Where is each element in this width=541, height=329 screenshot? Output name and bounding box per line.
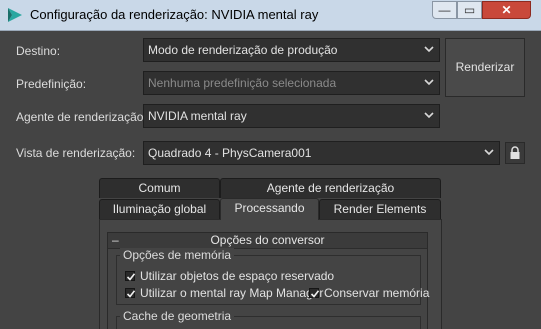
- app-icon: [8, 8, 22, 22]
- maximize-icon: ▭: [463, 3, 476, 17]
- rollout-title: Opções do conversor: [210, 233, 325, 247]
- check-icon: [126, 273, 136, 281]
- window-title: Configuração da renderização: NVIDIA men…: [30, 7, 319, 22]
- destino-dropdown[interactable]: Modo de renderização de produção: [143, 38, 440, 62]
- predefinicao-label: Predefinição:: [16, 77, 87, 91]
- tab-iluminacao-global[interactable]: Iluminação global: [99, 199, 220, 219]
- chevron-down-icon: [419, 72, 439, 94]
- placeholder-objects-label: Utilizar objetos de espaço reservado: [140, 269, 335, 283]
- title-bar: Configuração da renderização: NVIDIA men…: [0, 0, 541, 31]
- lock-view-button[interactable]: [505, 142, 525, 164]
- tab-agente-de-renderizacao[interactable]: Agente de renderização: [220, 178, 441, 198]
- check-icon: [310, 290, 320, 298]
- memory-options-label: Opções de memória: [120, 248, 235, 262]
- minimize-icon: —: [438, 3, 451, 17]
- agente-value: NVIDIA mental ray: [148, 109, 247, 123]
- maximize-button[interactable]: ▭: [457, 1, 482, 19]
- predefinicao-dropdown[interactable]: Nenhuma predefinição selecionada: [143, 71, 440, 95]
- vista-dropdown[interactable]: Quadrado 4 - PhysCamera001: [143, 141, 500, 165]
- conserve-memory-label: Conservar memória: [324, 286, 430, 300]
- tab-comum[interactable]: Comum: [99, 178, 220, 198]
- chevron-down-icon: [419, 39, 439, 61]
- close-icon: ✕: [501, 3, 512, 17]
- vista-value: Quadrado 4 - PhysCamera001: [148, 146, 312, 160]
- agente-label: Agente de renderização:: [16, 110, 147, 124]
- geometry-cache-label: Cache de geometria: [120, 309, 235, 323]
- tab-processando[interactable]: Processando: [220, 198, 319, 220]
- map-manager-label: Utilizar o mental ray Map Manager: [140, 286, 324, 300]
- destino-label: Destino:: [16, 44, 61, 58]
- render-setup-window: Configuração da renderização: NVIDIA men…: [0, 0, 541, 329]
- predefinicao-value: Nenhuma predefinição selecionada: [148, 76, 337, 90]
- chevron-down-icon: [479, 142, 499, 164]
- checkbox-conserve-memory[interactable]: [309, 288, 320, 298]
- checkbox-map-manager[interactable]: [125, 288, 136, 298]
- minimize-button[interactable]: —: [432, 1, 457, 19]
- close-button[interactable]: ✕: [482, 1, 531, 19]
- chevron-down-icon: [419, 105, 439, 127]
- vista-label: Vista de renderização:: [16, 146, 136, 160]
- render-button[interactable]: Renderizar: [445, 38, 525, 97]
- checkbox-placeholder-objects[interactable]: [125, 271, 136, 281]
- rollout-header[interactable]: – Opções do conversor: [108, 233, 427, 249]
- tab-render-elements[interactable]: Render Elements: [319, 199, 441, 219]
- agente-dropdown[interactable]: NVIDIA mental ray: [143, 104, 440, 128]
- check-icon: [126, 290, 136, 298]
- destino-value: Modo de renderização de produção: [148, 43, 338, 57]
- lock-icon: [510, 146, 520, 159]
